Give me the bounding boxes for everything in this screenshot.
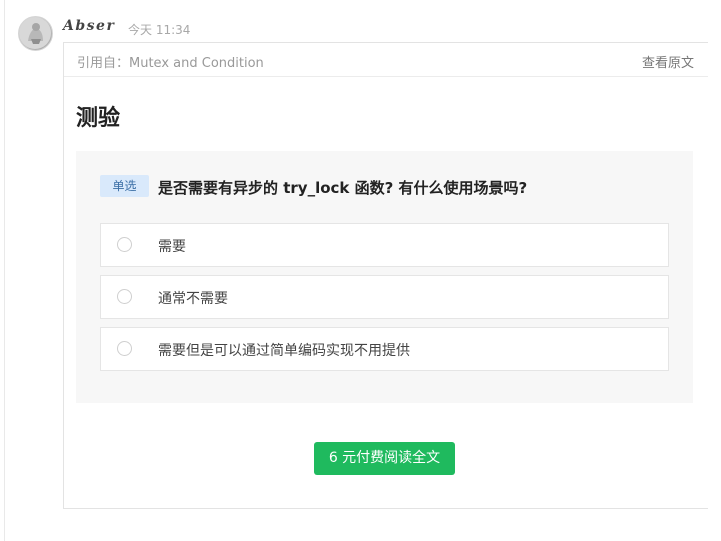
radio-button-icon[interactable] — [117, 289, 132, 304]
post-timestamp: 今天 11:34 — [128, 23, 191, 37]
option-label: 需要但是可以通过简单编码实现不用提供 — [158, 343, 410, 359]
avatar-image — [19, 17, 51, 49]
author-name[interactable]: Abser — [63, 18, 115, 34]
quote-card: 引用自：Mutex and Condition 查看原文 测验 单选 是否需要有… — [63, 42, 708, 509]
quiz-option-2[interactable]: 通常不需要 — [100, 275, 669, 319]
question-type-badge: 单选 — [100, 175, 149, 197]
option-label: 通常不需要 — [158, 291, 228, 307]
question-text: 是否需要有异步的 try_lock 函数? 有什么使用场景吗? — [158, 179, 528, 197]
option-label: 需要 — [158, 239, 186, 255]
view-original-link[interactable]: 查看原文 — [642, 52, 694, 71]
left-divider — [4, 0, 5, 541]
quote-source: 引用自：Mutex and Condition — [77, 56, 264, 71]
pay-to-read-button[interactable]: 6 元付费阅读全文 — [314, 442, 455, 475]
quiz-panel: 单选 是否需要有异步的 try_lock 函数? 有什么使用场景吗? 需要 通常… — [76, 151, 693, 403]
radio-button-icon[interactable] — [117, 341, 132, 356]
quiz-option-1[interactable]: 需要 — [100, 223, 669, 267]
avatar[interactable] — [18, 16, 53, 51]
radio-button-icon[interactable] — [117, 237, 132, 252]
quiz-option-3[interactable]: 需要但是可以通过简单编码实现不用提供 — [100, 327, 669, 371]
quote-header: 引用自：Mutex and Condition 查看原文 — [64, 43, 708, 77]
page-title: 测验 — [76, 106, 121, 131]
